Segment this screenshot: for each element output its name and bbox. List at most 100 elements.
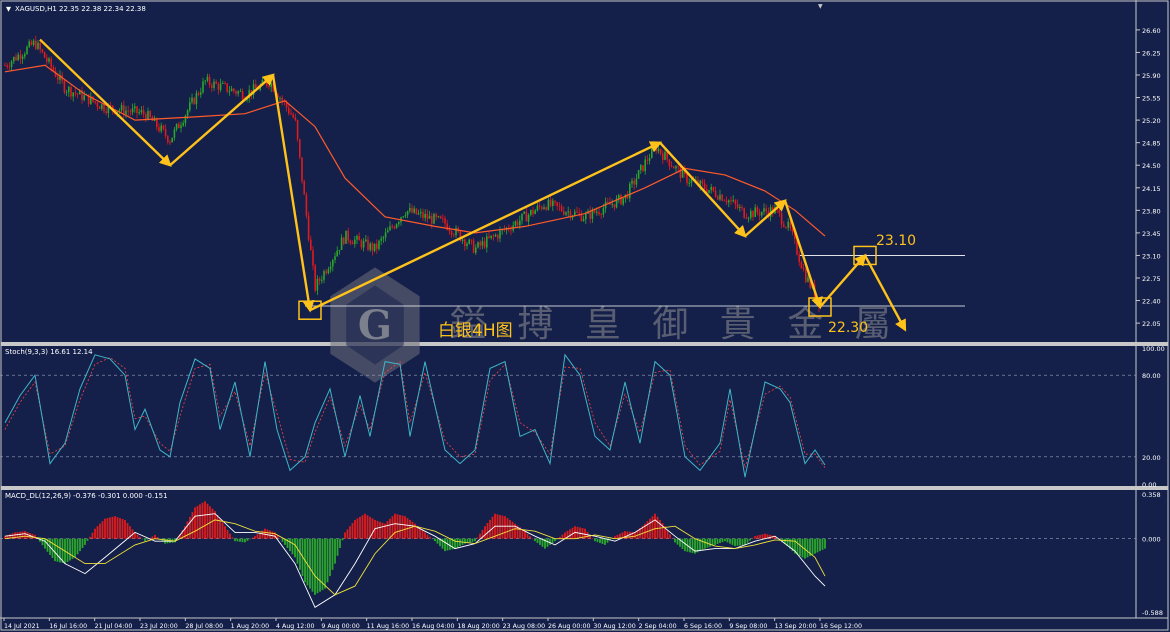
candle-body <box>444 218 446 224</box>
macd-histogram-bar <box>734 538 736 547</box>
macd-histogram-bar <box>479 533 481 539</box>
candle-body <box>233 88 235 92</box>
candle-body <box>327 269 330 274</box>
candle-body <box>200 92 202 95</box>
candle-body <box>481 241 484 246</box>
macd-histogram-bar <box>486 523 489 539</box>
candle-body <box>686 173 688 184</box>
macd-histogram-bar <box>424 532 426 539</box>
candle-body <box>63 80 66 93</box>
candle-body <box>490 235 492 238</box>
candle-body <box>202 81 204 93</box>
macd-histogram-bar <box>351 523 354 539</box>
time-tick-label: 9 Aug 00:00 <box>321 623 359 630</box>
candle-body <box>754 207 756 217</box>
macd-histogram-bar <box>111 516 114 539</box>
macd-histogram-bar <box>214 511 216 539</box>
candle-body <box>723 200 726 202</box>
candle-body <box>648 157 651 161</box>
macd-histogram-bar <box>139 536 141 539</box>
macd-histogram-bar <box>44 538 46 549</box>
candle-body <box>519 220 521 226</box>
candle-body <box>332 259 334 267</box>
candle-body <box>358 236 360 241</box>
candle-body <box>70 86 72 97</box>
macd-histogram-bar <box>536 538 539 544</box>
candle-body <box>378 240 380 249</box>
time-tick-label: 11 Aug 16:00 <box>367 623 409 630</box>
candle-body <box>664 151 666 160</box>
macd-histogram-bar <box>736 538 739 546</box>
macd-histogram-bar <box>594 538 596 542</box>
candle-body <box>635 178 638 185</box>
macd-histogram-bar <box>356 518 359 539</box>
macd-histogram-bar <box>234 538 236 542</box>
candle-body <box>24 54 26 57</box>
price-tick-label: 24.50 <box>1142 162 1161 170</box>
svg-text:G: G <box>358 302 392 349</box>
macd-histogram-bar <box>21 531 24 539</box>
candle-body <box>323 271 325 280</box>
candle-body <box>516 221 519 226</box>
candle-body <box>677 166 679 168</box>
macd-histogram-bar <box>56 538 59 562</box>
candle-body <box>169 141 171 143</box>
candle-body <box>101 104 103 109</box>
macd-tick-label: 0.358 <box>1142 491 1161 499</box>
candle-body <box>131 108 134 113</box>
level-low-label: 22.30 <box>828 320 868 336</box>
macd-histogram-bar <box>141 538 144 540</box>
macd-histogram-bar <box>526 533 529 539</box>
candle-body <box>191 97 193 103</box>
macd-histogram-bar <box>454 538 456 549</box>
candle-body <box>719 194 721 200</box>
candle-body <box>428 215 431 219</box>
time-tick-label: 16 Sep 12:00 <box>820 623 862 630</box>
candle-body <box>690 179 693 183</box>
macd-histogram-bar <box>319 538 321 592</box>
candle-body <box>318 278 321 281</box>
candle-body <box>411 207 413 213</box>
macd-histogram-bar <box>104 518 106 539</box>
chart-menu-arrow[interactable]: ▼ <box>6 5 11 13</box>
time-tick-label: 6 Sep 16:00 <box>684 623 722 630</box>
macd-histogram-bar <box>244 538 246 543</box>
candle-body <box>499 230 501 239</box>
macd-histogram-bar <box>389 518 391 539</box>
macd-histogram-bar <box>549 538 551 545</box>
candle-body <box>422 212 424 218</box>
candle-body <box>613 204 616 208</box>
macd-histogram-bar <box>219 518 221 539</box>
candle-body <box>468 239 470 244</box>
macd-histogram-bar <box>666 530 669 539</box>
price-tick-label: 22.05 <box>1142 320 1161 328</box>
macd-histogram-bar <box>751 538 754 539</box>
candle-body <box>57 76 59 80</box>
candle-body <box>83 95 85 101</box>
macd-histogram-bar <box>366 515 369 539</box>
macd-histogram-bar <box>206 503 209 539</box>
candle-body <box>637 170 640 179</box>
candle-body <box>329 266 332 270</box>
macd-histogram-bar <box>229 533 231 539</box>
candle-body <box>173 129 176 138</box>
candle-body <box>406 211 409 216</box>
macd-histogram-bar <box>691 538 694 553</box>
candle-body <box>477 242 479 248</box>
stoch-tick-label: 80.00 <box>1142 372 1161 380</box>
candle-body <box>415 208 418 215</box>
time-axis: 14 Jul 2021 16 Jul 16:00 21 Jul 04:00 23 Ju… <box>3 618 862 630</box>
macd-histogram-bar <box>471 538 474 542</box>
candle-body <box>356 236 358 240</box>
macd-histogram-bar <box>761 534 764 539</box>
macd-histogram-bar <box>436 538 439 544</box>
macd-histogram-bar <box>379 521 381 539</box>
macd-histogram-bar <box>189 516 191 539</box>
candle-body <box>712 186 715 191</box>
candle-body <box>479 242 481 246</box>
macd-histogram-bar <box>816 538 819 553</box>
candle-body <box>239 90 242 92</box>
candle-body <box>325 271 327 274</box>
candle-body <box>371 243 374 251</box>
candle-body <box>180 125 182 129</box>
